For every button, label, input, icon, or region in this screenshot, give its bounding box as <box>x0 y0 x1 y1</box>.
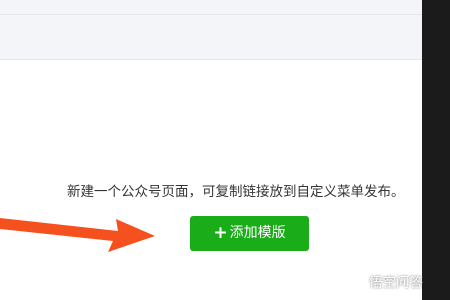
speech-bubble-logo <box>347 271 365 290</box>
arrow-right-icon <box>0 218 155 252</box>
add-template-button[interactable]: + 添加模版 <box>190 216 309 251</box>
divider <box>0 59 422 60</box>
page: 新建一个公众号页面，可复制链接放到自定义菜单发布。 + 添加模版 悟空问答 <box>0 0 450 300</box>
plus-icon: + <box>213 223 228 243</box>
add-template-label: 添加模版 <box>229 225 286 241</box>
divider <box>0 14 422 15</box>
watermark-text: 悟空问答 <box>369 275 423 291</box>
watermark: 悟空问答 <box>346 268 423 294</box>
top-panel <box>0 0 422 60</box>
side-bar <box>422 0 450 300</box>
page-description: 新建一个公众号页面，可复制链接放到自定义菜单发布。 <box>67 184 405 200</box>
